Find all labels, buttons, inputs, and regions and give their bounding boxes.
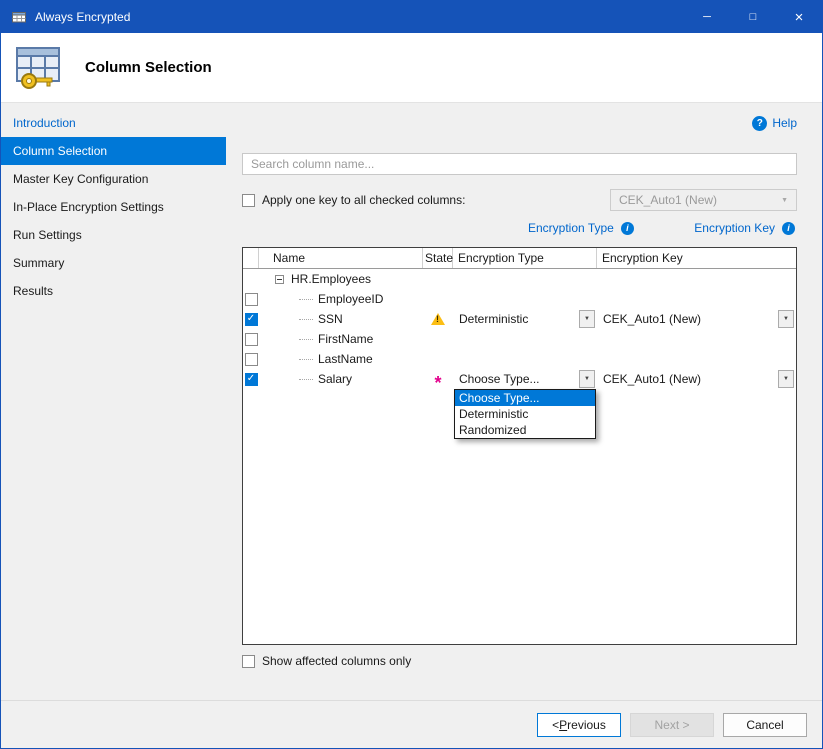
chevron-down-icon: ▼: [781, 197, 788, 204]
sidebar-item-master-key-configuration[interactable]: Master Key Configuration: [1, 165, 226, 193]
titlebar: Always Encrypted ─ □ ×: [1, 1, 822, 33]
column-selection-panel: Help Apply one key to all checked column…: [226, 103, 822, 700]
encryption-type-value: Choose Type...: [459, 372, 579, 386]
grid-header-checkbox-column: [243, 248, 259, 268]
row-checkbox[interactable]: [245, 333, 258, 346]
encryption-key-value: CEK_Auto1 (New): [603, 312, 778, 326]
table-key-icon: [13, 44, 65, 92]
encryption-key-link[interactable]: Encryption Key: [694, 221, 775, 235]
page-title: Column Selection: [85, 59, 212, 76]
apply-one-key-label: Apply one key to all checked columns:: [262, 193, 465, 207]
tree-connector: [299, 299, 313, 300]
encryption-key-info-icon[interactable]: [782, 222, 795, 235]
search-column-input[interactable]: [242, 153, 797, 175]
apply-one-key-checkbox[interactable]: [242, 194, 255, 207]
help-row: Help: [242, 115, 797, 131]
column-row-ssn[interactable]: SSN Deterministic CEK_Auto1 (New): [243, 309, 796, 329]
table-group-name: HR.Employees: [291, 272, 371, 286]
column-name: Salary: [318, 372, 352, 386]
window-controls: ─ □ ×: [684, 1, 822, 33]
grid-header-encryption-type[interactable]: Encryption Type: [453, 248, 597, 268]
sidebar-item-run-settings[interactable]: Run Settings: [1, 221, 226, 249]
cek-key-combobox: CEK_Auto1 (New) ▼: [610, 189, 797, 211]
column-name: EmployeeID: [318, 292, 383, 306]
tree-connector: [299, 359, 313, 360]
sidebar-item-summary[interactable]: Summary: [1, 249, 226, 277]
tree-connector: [299, 339, 313, 340]
app-table-icon: [11, 9, 27, 25]
dropdown-option-choose-type[interactable]: Choose Type...: [455, 390, 595, 406]
sidebar-item-in-place-encryption-settings[interactable]: In-Place Encryption Settings: [1, 193, 226, 221]
encryption-key-value: CEK_Auto1 (New): [603, 372, 778, 386]
tree-connector: [299, 379, 313, 380]
sidebar-item-introduction[interactable]: Introduction: [1, 109, 226, 137]
wizard-footer: < Previous Next > Cancel: [1, 700, 822, 748]
column-row-firstname[interactable]: FirstName: [243, 329, 796, 349]
row-checkbox[interactable]: [245, 313, 258, 326]
column-row-employeeid[interactable]: EmployeeID: [243, 289, 796, 309]
column-name: FirstName: [318, 332, 373, 346]
encryption-type-value: Deterministic: [459, 312, 579, 326]
row-checkbox[interactable]: [245, 293, 258, 306]
always-encrypted-wizard-window: Always Encrypted ─ □ × Column Selection: [0, 0, 823, 749]
grid-header-encryption-key[interactable]: Encryption Key: [597, 248, 796, 268]
window-title: Always Encrypted: [35, 10, 130, 24]
cancel-button[interactable]: Cancel: [723, 713, 807, 737]
row-checkbox[interactable]: [245, 353, 258, 366]
column-name: SSN: [318, 312, 343, 326]
help-icon[interactable]: [752, 116, 767, 131]
sidebar-item-column-selection[interactable]: Column Selection: [1, 137, 226, 165]
next-button[interactable]: Next >: [630, 713, 714, 737]
show-affected-label: Show affected columns only: [262, 654, 411, 668]
page-header: Column Selection: [1, 33, 822, 103]
collapse-expander-icon[interactable]: [275, 275, 284, 284]
column-links-row: Encryption Type Encryption Key: [242, 221, 797, 239]
encryption-type-info-icon[interactable]: [621, 222, 634, 235]
warning-icon: [431, 313, 445, 325]
row-checkbox[interactable]: [245, 373, 258, 386]
encryption-type-dropdown-button[interactable]: [579, 310, 595, 328]
help-link[interactable]: Help: [772, 116, 797, 130]
column-name: LastName: [318, 352, 373, 366]
encryption-type-dropdown-list: Choose Type... Deterministic Randomized: [454, 389, 596, 439]
encryption-type-dropdown-button[interactable]: [579, 370, 595, 388]
wizard-steps-sidebar: Introduction Column Selection Master Key…: [1, 103, 226, 700]
tree-connector: [299, 319, 313, 320]
grid-header-name[interactable]: Name: [259, 248, 423, 268]
required-asterisk-icon: [434, 379, 441, 387]
encryption-key-dropdown-button[interactable]: [778, 370, 794, 388]
wizard-body: Introduction Column Selection Master Key…: [1, 103, 822, 700]
maximize-button[interactable]: □: [730, 1, 776, 33]
minimize-button[interactable]: ─: [684, 1, 730, 33]
encryption-type-link[interactable]: Encryption Type: [528, 221, 614, 235]
apply-key-row: Apply one key to all checked columns: CE…: [242, 189, 797, 211]
sidebar-item-results[interactable]: Results: [1, 277, 226, 305]
show-affected-row: Show affected columns only: [242, 654, 797, 668]
previous-button[interactable]: < Previous: [537, 713, 621, 737]
columns-grid: Name State Encryption Type Encryption Ke…: [242, 247, 797, 645]
show-affected-checkbox[interactable]: [242, 655, 255, 668]
grid-header-row: Name State Encryption Type Encryption Ke…: [243, 248, 796, 269]
column-row-salary[interactable]: Salary Choose Type... CEK_Auto1 (New): [243, 369, 796, 389]
cek-key-combobox-value: CEK_Auto1 (New): [619, 193, 717, 207]
dropdown-option-randomized[interactable]: Randomized: [455, 422, 595, 438]
grid-header-state[interactable]: State: [423, 248, 453, 268]
close-button[interactable]: ×: [776, 1, 822, 33]
encryption-key-dropdown-button[interactable]: [778, 310, 794, 328]
dropdown-option-deterministic[interactable]: Deterministic: [455, 406, 595, 422]
column-row-lastname[interactable]: LastName: [243, 349, 796, 369]
table-group-row[interactable]: HR.Employees: [243, 269, 796, 289]
